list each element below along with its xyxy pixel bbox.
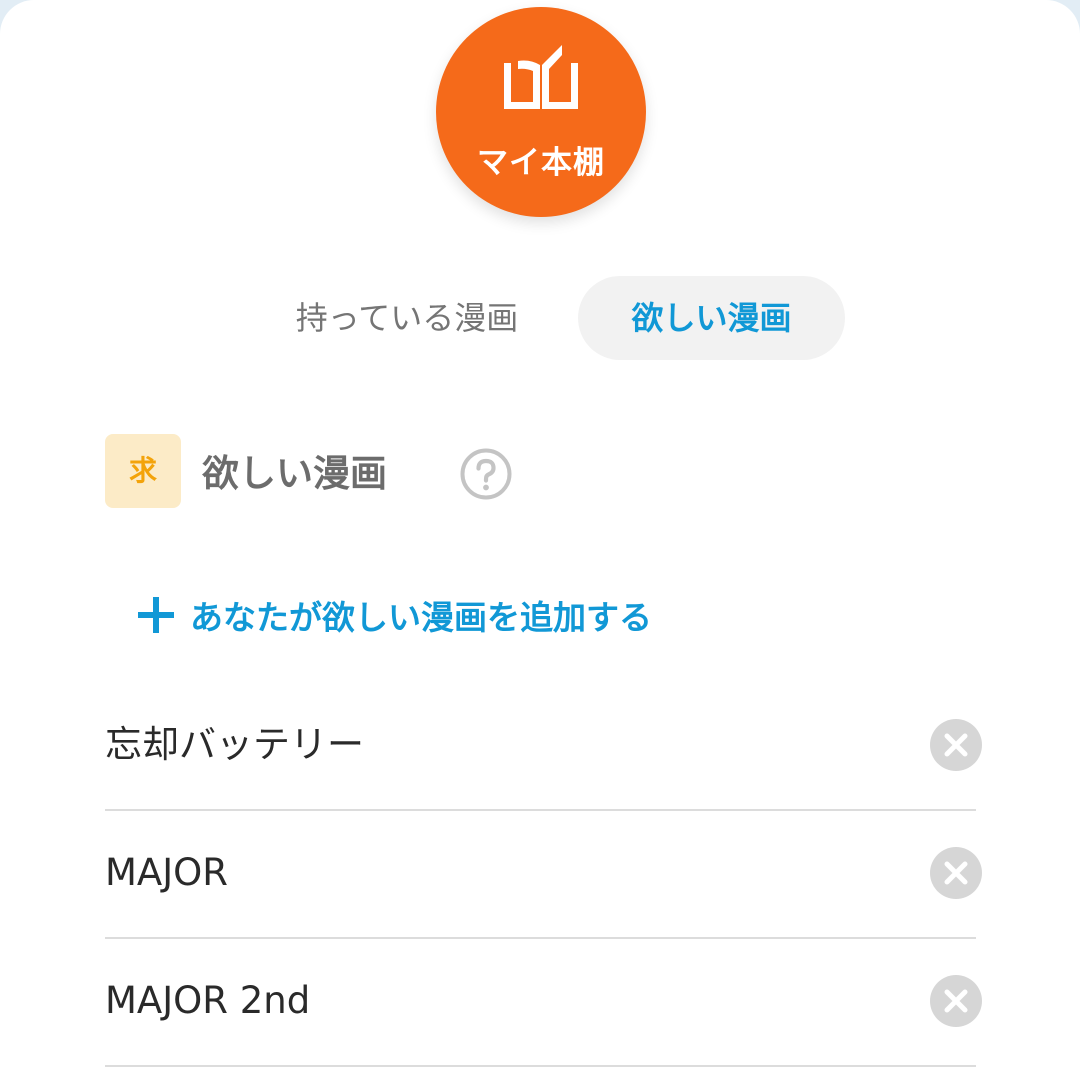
tab-wanted-manga[interactable]: 欲しい漫画 <box>578 276 845 360</box>
open-book-icon <box>504 45 578 109</box>
wanted-tag: 求 <box>105 434 181 508</box>
badge-label: マイ本棚 <box>477 145 605 181</box>
my-bookshelf-sheet: マイ本棚 持っている漫画 欲しい漫画 求 欲しい漫画 あなたが欲しい漫画を追加す… <box>0 0 1080 1090</box>
wanted-list-item: MAJOR <box>105 809 982 939</box>
item-title: MAJOR 2nd <box>105 979 311 1022</box>
question-circle-icon[interactable] <box>459 447 513 501</box>
add-link-label: あなたが欲しい漫画を追加する <box>190 598 652 637</box>
my-bookshelf-badge: マイ本棚 <box>436 7 646 217</box>
remove-circle-icon[interactable] <box>930 847 982 899</box>
plus-icon <box>138 597 174 633</box>
wanted-list-item: 忘却バッテリー <box>105 681 982 811</box>
remove-circle-icon[interactable] <box>930 975 982 1027</box>
item-title: 忘却バッテリー <box>105 723 364 766</box>
remove-circle-icon[interactable] <box>930 719 982 771</box>
item-title: MAJOR <box>105 851 228 894</box>
wanted-list-item: MAJOR 2nd <box>105 937 982 1067</box>
tab-owned-manga[interactable]: 持っている漫画 <box>262 276 552 360</box>
section-title: 欲しい漫画 <box>202 452 387 495</box>
add-wanted-manga-link[interactable]: あなたが欲しい漫画を追加する <box>136 585 652 645</box>
